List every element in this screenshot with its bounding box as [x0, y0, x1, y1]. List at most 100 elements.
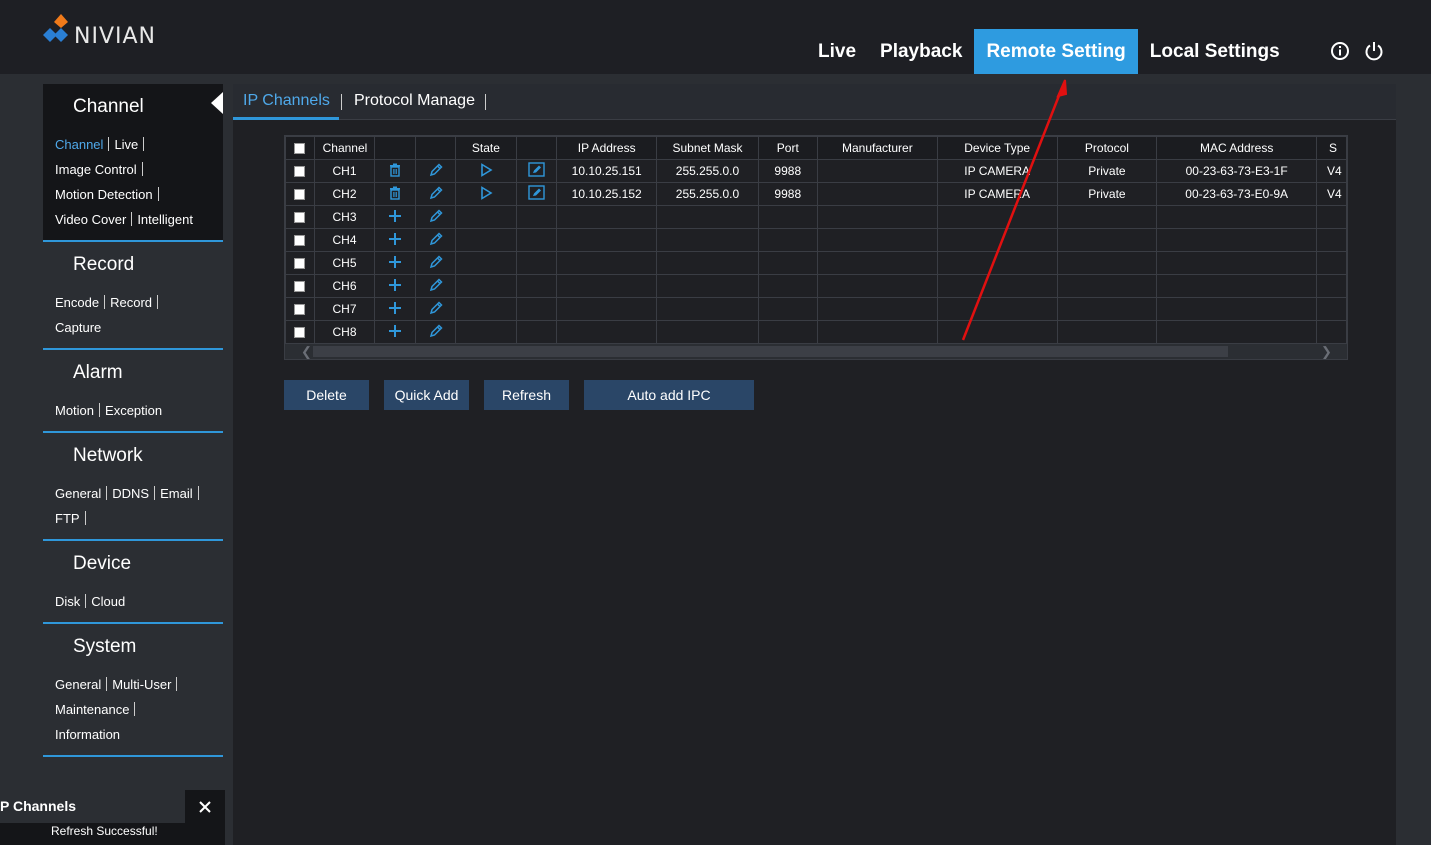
row-checkbox[interactable] [294, 304, 306, 316]
sidebar-item-general[interactable]: General [55, 486, 101, 501]
table-row[interactable]: CH7 [285, 297, 1347, 321]
edit-icon[interactable] [428, 208, 444, 227]
configure-icon[interactable] [528, 162, 545, 180]
nav-playback[interactable]: Playback [868, 29, 974, 74]
sidebar-title-system[interactable]: System [43, 624, 223, 672]
power-icon[interactable] [1363, 40, 1385, 62]
nav-live[interactable]: Live [806, 29, 868, 74]
select-all-checkbox[interactable] [294, 143, 306, 155]
sidebar-item-encode[interactable]: Encode [55, 295, 99, 310]
protocol [1056, 205, 1158, 229]
sidebar-item-system-general[interactable]: General [55, 677, 101, 692]
sidebar-item-intelligent[interactable]: Intelligent [137, 212, 193, 227]
table-row[interactable]: CH5 [285, 251, 1347, 275]
col-subnet-mask: Subnet Mask [656, 136, 759, 160]
table-row[interactable]: CH3 [285, 205, 1347, 229]
edit-icon[interactable] [428, 277, 444, 296]
table-row[interactable]: CH4 [285, 228, 1347, 252]
row-checkbox[interactable] [294, 166, 306, 178]
horizontal-scrollbar[interactable]: ❮ ❯ [285, 344, 1347, 359]
tab-ip-channels[interactable]: IP Channels [243, 92, 330, 110]
delete-icon[interactable] [388, 186, 402, 203]
add-icon[interactable] [388, 278, 402, 295]
table-row[interactable]: CH2 10.10.25.152 255.255.0.0 9988 IP CAMERA P… [285, 182, 1347, 206]
refresh-button[interactable]: Refresh [484, 380, 569, 410]
sidebar-item-maintenance[interactable]: Maintenance [55, 702, 129, 717]
sidebar-title-alarm[interactable]: Alarm [43, 350, 223, 398]
sidebar-item-record[interactable]: Record [110, 295, 152, 310]
sidebar-title-device[interactable]: Device [43, 541, 223, 589]
extra-col [1315, 251, 1347, 275]
add-icon[interactable] [388, 209, 402, 226]
play-icon[interactable] [479, 162, 493, 180]
play-icon[interactable] [479, 185, 493, 203]
table-row[interactable]: CH1 10.10.25.151 255.255.0.0 9988 IP CAMERA P… [285, 159, 1347, 183]
add-icon[interactable] [388, 301, 402, 318]
toast-close-button[interactable] [185, 790, 225, 823]
port [757, 228, 818, 252]
state-cell [455, 228, 517, 252]
row-checkbox[interactable] [294, 235, 306, 247]
sidebar-item-ftp[interactable]: FTP [55, 511, 80, 526]
state-cell [455, 251, 517, 275]
auto-add-ipc-button[interactable]: Auto add IPC [584, 380, 754, 410]
channel-name: CH5 [313, 251, 376, 275]
sidebar-item-video-cover[interactable]: Video Cover [55, 212, 126, 227]
edit-icon[interactable] [428, 162, 444, 181]
subnet-mask [656, 320, 759, 344]
sidebar-title-channel[interactable]: Channel [43, 84, 223, 132]
scroll-right-icon[interactable]: ❯ [1321, 344, 1332, 359]
table-row[interactable]: CH6 [285, 274, 1347, 298]
sidebar-title-record[interactable]: Record [43, 242, 223, 290]
sidebar-item-exception[interactable]: Exception [105, 403, 162, 418]
sidebar-item-capture[interactable]: Capture [55, 320, 101, 335]
quick-add-button[interactable]: Quick Add [384, 380, 469, 410]
tab-protocol-manage[interactable]: Protocol Manage [354, 92, 475, 110]
sidebar-item-email[interactable]: Email [160, 486, 193, 501]
sidebar-item-disk[interactable]: Disk [55, 594, 80, 609]
sidebar-subitems-device: Disk Cloud [43, 589, 223, 614]
sidebar-item-motion-detection[interactable]: Motion Detection [55, 187, 153, 202]
sidebar-section-record: Record Encode Record Capture [43, 242, 223, 350]
sidebar-item-motion[interactable]: Motion [55, 403, 94, 418]
edit-icon[interactable] [428, 254, 444, 273]
sidebar-subitems-alarm: Motion Exception [43, 398, 223, 423]
sidebar-item-live[interactable]: Live [114, 137, 138, 152]
sidebar-item-image-control[interactable]: Image Control [55, 162, 137, 177]
delete-icon[interactable] [388, 163, 402, 180]
scroll-thumb[interactable] [313, 346, 1228, 357]
add-icon[interactable] [388, 324, 402, 341]
settings-sidebar: Channel Channel Live Image Control Motion… [43, 84, 223, 845]
row-checkbox[interactable] [294, 212, 306, 224]
row-checkbox[interactable] [294, 281, 306, 293]
sidebar-item-multi-user[interactable]: Multi-User [112, 677, 171, 692]
edit-icon[interactable] [428, 300, 444, 319]
nav-remote-setting[interactable]: Remote Setting [974, 29, 1138, 74]
manufacturer [816, 297, 938, 321]
row-checkbox[interactable] [294, 258, 306, 270]
edit-icon[interactable] [428, 185, 444, 204]
sidebar-item-channel[interactable]: Channel [55, 137, 103, 152]
scroll-left-icon[interactable]: ❮ [301, 344, 312, 359]
ip-address [556, 297, 658, 321]
sidebar-item-cloud[interactable]: Cloud [91, 594, 125, 609]
info-icon[interactable] [1329, 40, 1351, 62]
extra-col [1315, 228, 1347, 252]
table-row[interactable]: CH8 [285, 320, 1347, 344]
sidebar-item-information[interactable]: Information [55, 727, 120, 742]
delete-button[interactable]: Delete [284, 380, 369, 410]
nav-local-settings[interactable]: Local Settings [1138, 29, 1292, 74]
configure-icon[interactable] [528, 185, 545, 203]
row-checkbox[interactable] [294, 327, 306, 339]
add-icon[interactable] [388, 232, 402, 249]
extra-col: V4 [1315, 182, 1347, 206]
edit-icon[interactable] [428, 231, 444, 250]
row-checkbox[interactable] [294, 189, 306, 201]
sidebar-title-network[interactable]: Network [43, 433, 223, 481]
add-icon[interactable] [388, 255, 402, 272]
device-type [936, 297, 1058, 321]
sidebar-item-ddns[interactable]: DDNS [112, 486, 149, 501]
edit-icon[interactable] [428, 323, 444, 342]
manufacturer [816, 320, 938, 344]
close-icon[interactable] [185, 790, 225, 823]
